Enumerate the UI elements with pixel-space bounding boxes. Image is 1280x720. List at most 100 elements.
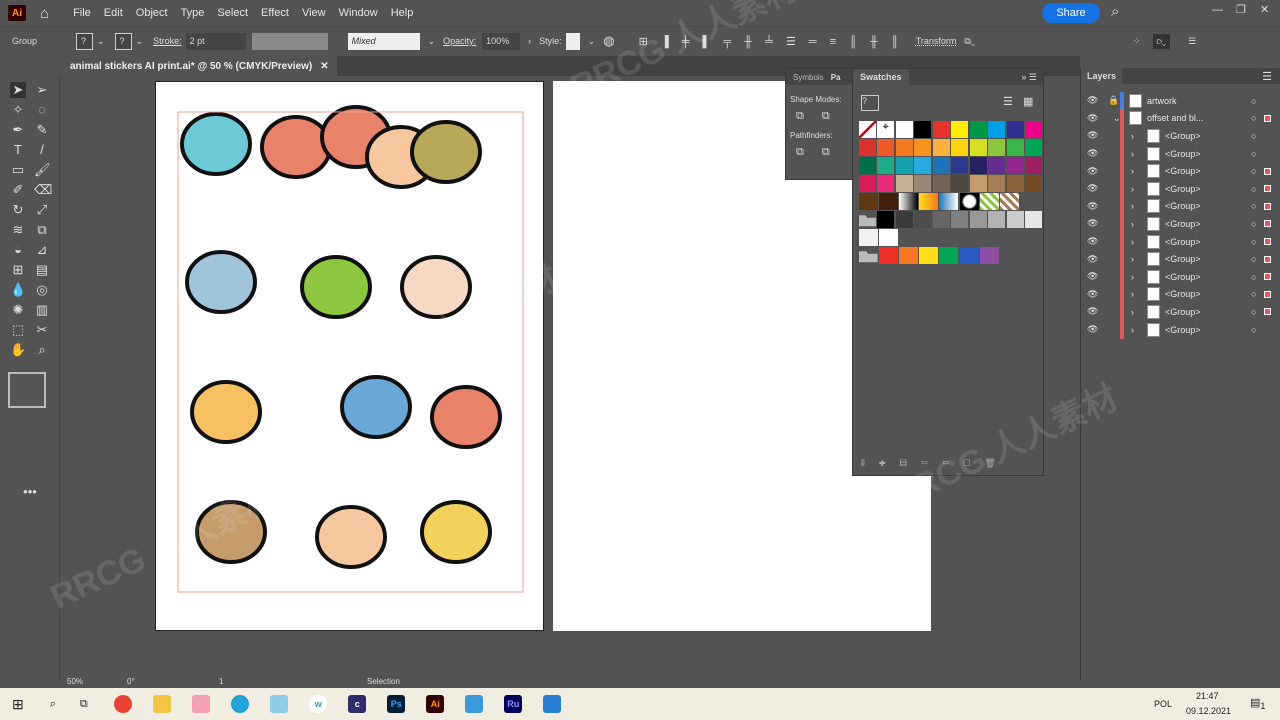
file-explorer-icon[interactable]	[153, 695, 172, 713]
swatch[interactable]	[895, 121, 913, 138]
layer-row[interactable]: 👁 › <Group> ○	[1081, 126, 1280, 145]
animal-sticker[interactable]	[260, 115, 332, 179]
swatch[interactable]	[1006, 157, 1024, 174]
c-app-icon[interactable]: c	[348, 695, 367, 713]
brush-select[interactable]: Mixed	[347, 32, 420, 50]
list-view-icon[interactable]: ☰	[1003, 95, 1013, 108]
style-swatch[interactable]	[565, 32, 580, 50]
layer-name[interactable]: <Group>	[1165, 237, 1201, 247]
swatch[interactable]	[858, 229, 878, 246]
line-tool-icon[interactable]: /	[34, 142, 50, 158]
chevron-right-icon[interactable]: ›	[1131, 254, 1134, 264]
chevron-right-icon[interactable]: ›	[1131, 325, 1134, 335]
recorder-icon[interactable]	[543, 695, 562, 713]
selection-indicator[interactable]	[1264, 290, 1271, 298]
panel-menu-icon[interactable]: » ☰	[1021, 72, 1037, 83]
fill-stroke-widget[interactable]	[8, 372, 46, 408]
lasso-tool-icon[interactable]: ◌	[34, 102, 50, 118]
unite-icon[interactable]: ⧉	[796, 110, 804, 123]
swatch[interactable]	[898, 193, 918, 210]
animal-sticker[interactable]	[315, 505, 387, 569]
layer-name[interactable]: <Group>	[1165, 219, 1201, 229]
properties-icon[interactable]: ⫐⌄	[1152, 33, 1171, 49]
target-icon[interactable]: ○	[1251, 184, 1256, 194]
swatch[interactable]	[969, 211, 987, 228]
fill-swatch[interactable]: ?	[76, 32, 93, 50]
free-transform-tool-icon[interactable]: ⧉	[34, 222, 50, 238]
visibility-eye-icon[interactable]: 👁	[1087, 113, 1098, 124]
swatch[interactable]	[939, 193, 959, 210]
restore-button[interactable]: ❐	[1236, 3, 1246, 16]
menu-edit[interactable]: Edit	[104, 7, 123, 19]
target-icon[interactable]: ○	[1251, 96, 1256, 106]
layer-row[interactable]: 👁 🔒 › artwork ○	[1081, 91, 1280, 110]
layer-row[interactable]: 👁 › <Group> ○	[1081, 232, 1280, 251]
rectangle-tool-icon[interactable]: ▭	[10, 162, 26, 178]
swatch-none[interactable]	[858, 121, 876, 138]
app-icon[interactable]	[465, 695, 484, 713]
swatch[interactable]	[898, 247, 918, 264]
menu-type[interactable]: Type	[181, 7, 205, 19]
close-tab-icon[interactable]: ✕	[320, 61, 328, 72]
search-icon[interactable]: ⌕	[1111, 3, 1119, 20]
transform-link[interactable]: Transform	[916, 36, 957, 46]
symbol-sprayer-tool-icon[interactable]: ✺	[10, 302, 26, 318]
layer-row[interactable]: 👁 › <Group> ○	[1081, 144, 1280, 163]
grid-view-icon[interactable]: ▦	[1023, 95, 1033, 108]
stroke-weight-input[interactable]: 2 pt	[185, 32, 246, 50]
target-icon[interactable]: ○	[1251, 113, 1256, 123]
visibility-eye-icon[interactable]: 👁	[1087, 289, 1098, 300]
zoom-level[interactable]: 50%	[67, 677, 83, 686]
swatch[interactable]	[1025, 157, 1043, 174]
selection-indicator[interactable]	[1264, 167, 1271, 175]
swatch[interactable]	[877, 211, 895, 228]
swatch[interactable]	[858, 139, 876, 156]
chevron-right-icon[interactable]: ›	[1131, 149, 1134, 159]
target-icon[interactable]: ○	[1251, 272, 1256, 282]
swatch[interactable]	[1025, 211, 1043, 228]
swatch[interactable]	[878, 229, 898, 246]
document-tab[interactable]: animal stickers AI print.ai* @ 50 % (CMY…	[62, 56, 337, 76]
language-indicator[interactable]: POL	[1154, 699, 1172, 709]
layer-name[interactable]: <Group>	[1165, 166, 1201, 176]
task-view-icon[interactable]: ⧉	[80, 698, 88, 711]
wacom-icon[interactable]: w	[309, 695, 328, 713]
swatch[interactable]	[932, 211, 950, 228]
artboard-tool-icon[interactable]: ⬚	[10, 322, 26, 338]
swatch[interactable]	[914, 175, 932, 192]
target-icon[interactable]: ○	[1251, 289, 1256, 299]
swatch[interactable]	[988, 175, 1006, 192]
selection-indicator[interactable]	[1264, 220, 1271, 228]
fill-stroke-indicator[interactable]: ?	[861, 95, 879, 111]
selection-indicator[interactable]	[1264, 255, 1271, 263]
layer-name[interactable]: artwork	[1147, 96, 1177, 106]
share-button[interactable]: Share	[1042, 3, 1100, 23]
rush-icon[interactable]: Ru	[504, 695, 523, 713]
tab-swatches[interactable]: Swatches	[853, 69, 909, 85]
sticker-artwork[interactable]	[156, 82, 545, 632]
tab-symbols[interactable]: Symbols	[786, 73, 831, 82]
shaper-tool-icon[interactable]: ✐	[10, 182, 26, 198]
edge-icon[interactable]	[231, 695, 250, 713]
layer-name[interactable]: offset and bl...	[1147, 113, 1203, 123]
swatch[interactable]	[1025, 121, 1043, 138]
scale-tool-icon[interactable]: ⤢	[34, 202, 50, 218]
animal-sticker[interactable]	[420, 500, 492, 564]
artboard-1[interactable]	[155, 81, 544, 631]
swatch[interactable]	[932, 175, 950, 192]
menu-window[interactable]: Window	[339, 7, 378, 19]
illustrator-taskbar-icon[interactable]: Ai	[426, 695, 445, 713]
target-icon[interactable]: ○	[1251, 201, 1256, 211]
layer-row[interactable]: 👁 › <Group> ○	[1081, 302, 1280, 321]
swatch[interactable]	[939, 247, 959, 264]
selection-tool-icon[interactable]: ➤	[10, 82, 26, 98]
layer-row[interactable]: 👁 › <Group> ○	[1081, 214, 1280, 233]
swatch[interactable]	[988, 211, 1006, 228]
trim-icon[interactable]: ⧉	[822, 146, 830, 159]
layer-name[interactable]: <Group>	[1165, 131, 1201, 141]
swatch[interactable]	[914, 139, 932, 156]
stroke-swatch[interactable]: ?	[114, 32, 132, 50]
chrome-icon[interactable]	[114, 695, 133, 713]
opacity-input[interactable]: 100%	[482, 32, 521, 50]
swatch[interactable]	[979, 247, 999, 264]
